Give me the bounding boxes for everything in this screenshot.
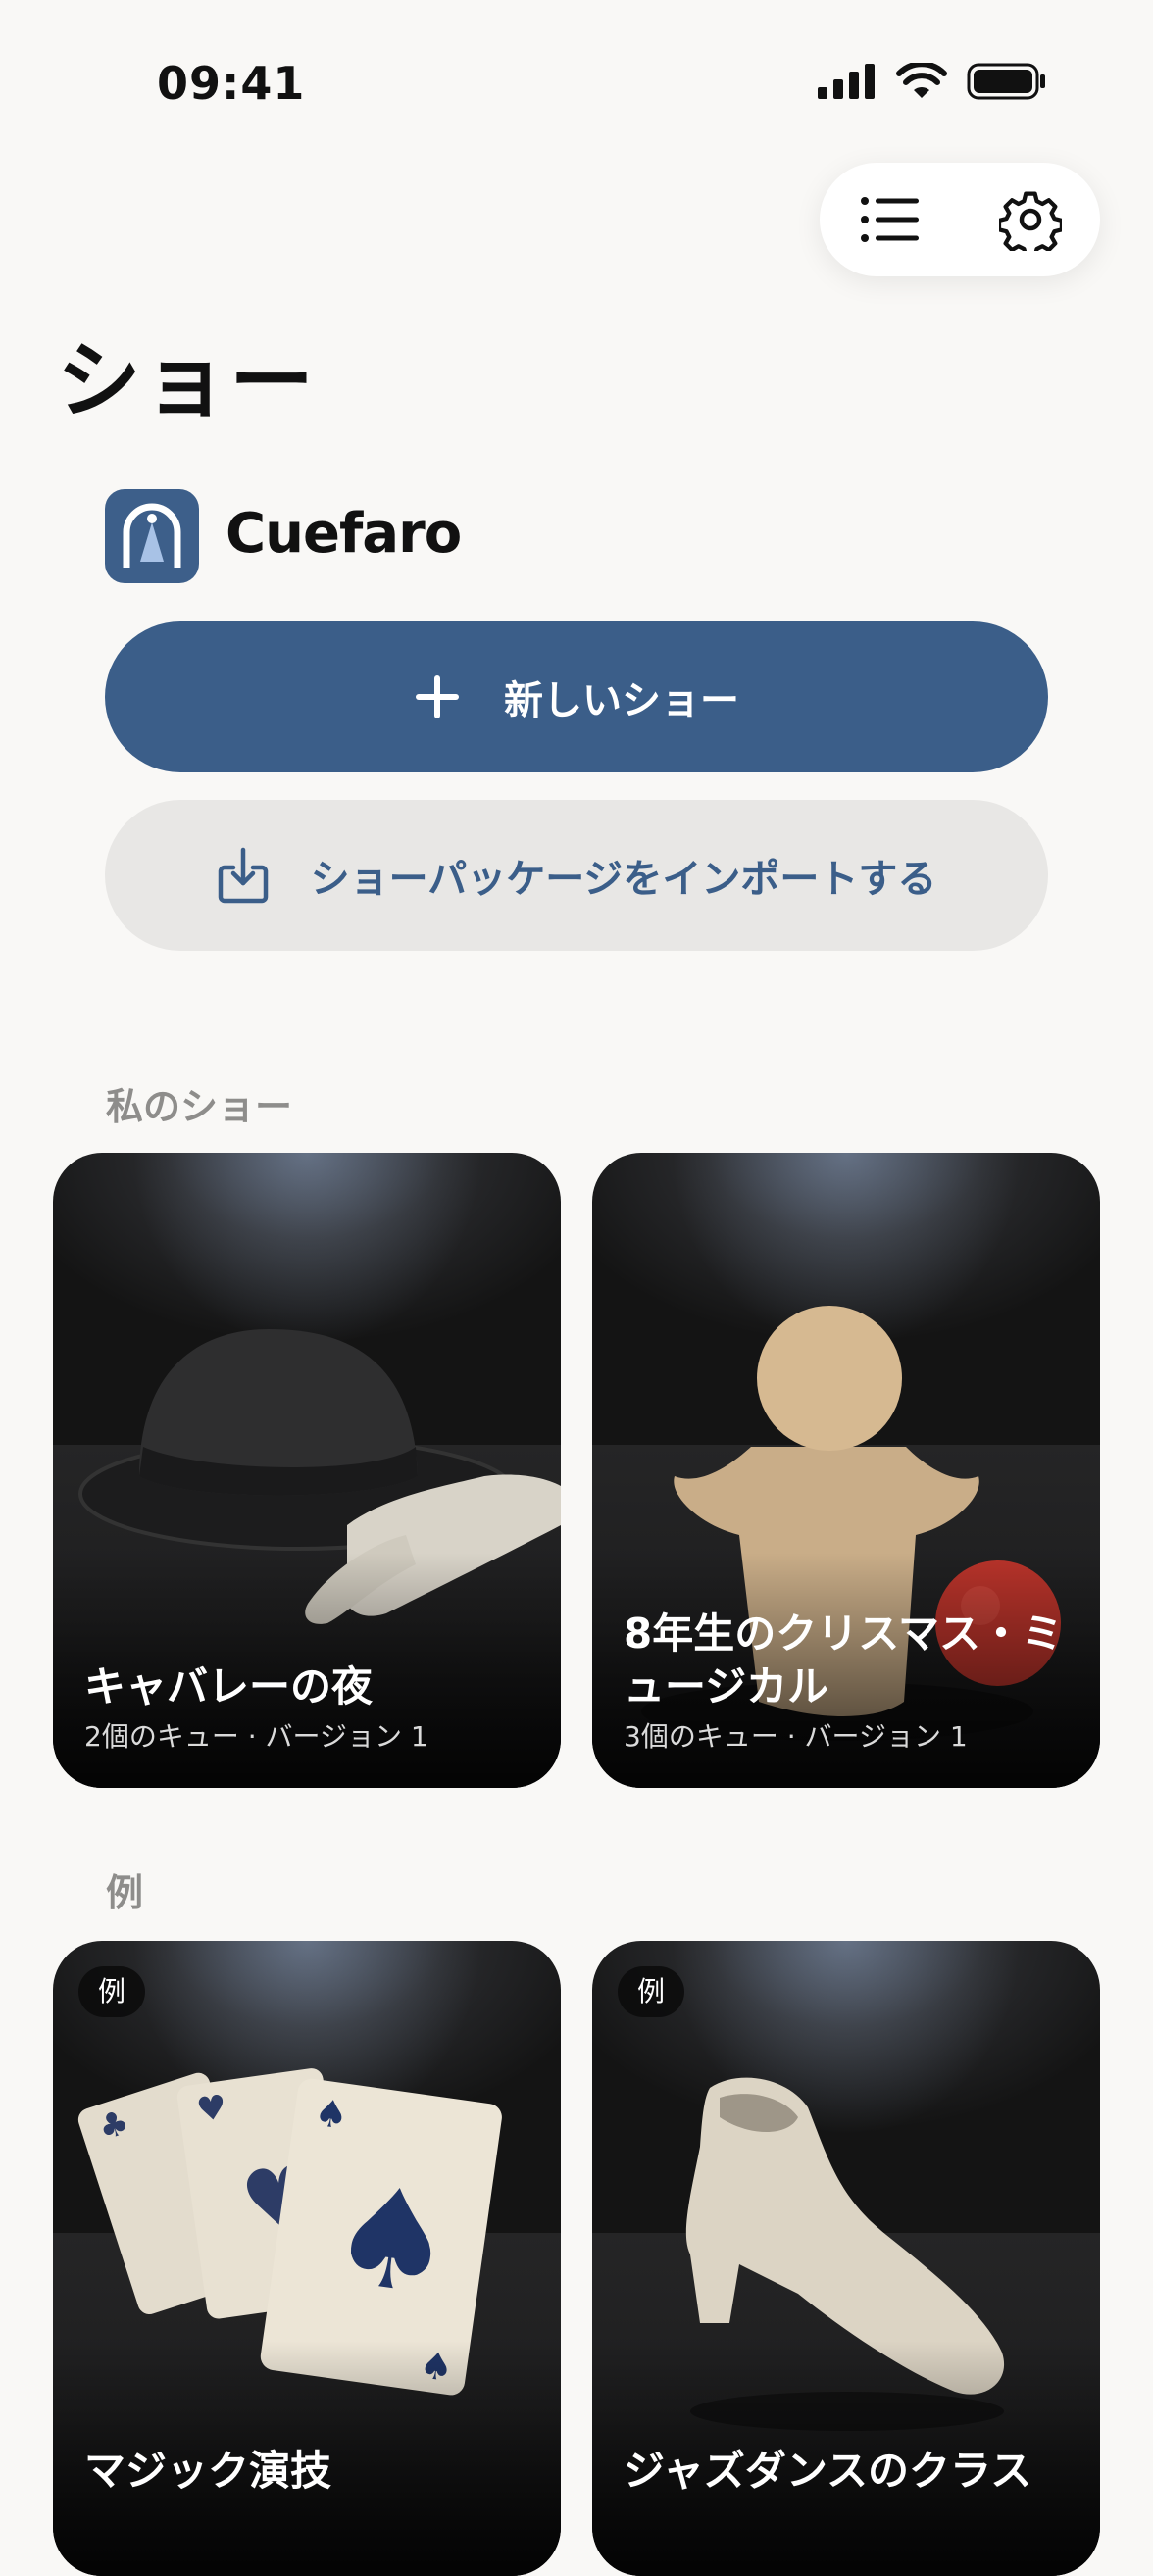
cellular-signal-icon — [818, 64, 875, 99]
settings-button[interactable] — [991, 180, 1070, 259]
svg-text:♠: ♠ — [312, 2091, 351, 2138]
new-show-button[interactable]: 新しいショー — [105, 621, 1048, 772]
status-icons — [818, 63, 1047, 100]
card-meta: 2個のキュー · バージョン 1 — [84, 1720, 428, 1753]
section-label-examples: 例 — [106, 1871, 144, 1914]
example-badge: 例 — [618, 1966, 685, 2017]
download-tray-icon — [218, 847, 268, 904]
section-label-my-shows: 私のショー — [106, 1085, 293, 1128]
brand-name: Cuefaro — [226, 502, 462, 566]
import-package-label: ショーパッケージをインポートする — [310, 857, 937, 902]
show-card-christmas-musical[interactable]: 8年生のクリスマス・ミュージカル 3個のキュー · バージョン 1 — [592, 1153, 1100, 1788]
plus-icon — [416, 675, 459, 718]
page-title: ショー — [57, 332, 316, 430]
svg-text:♥: ♥ — [194, 2088, 229, 2131]
card-title: ジャズダンスのクラス — [624, 2447, 1032, 2495]
card-title: 8年生のクリスマス・ミュージカル — [624, 1610, 1063, 1710]
app-logo — [105, 489, 199, 583]
battery-icon — [967, 63, 1045, 100]
new-show-label: 新しいショー — [504, 678, 739, 723]
import-package-button[interactable]: ショーパッケージをインポートする — [105, 800, 1048, 951]
status-time: 09:41 — [157, 57, 306, 110]
wifi-icon — [896, 63, 947, 98]
example-badge: 例 — [78, 1966, 146, 2017]
card-title: マジック演技 — [84, 2447, 332, 2495]
card-meta: 3個のキュー · バージョン 1 — [624, 1720, 968, 1753]
list-icon — [860, 197, 919, 242]
gear-icon — [998, 191, 1062, 251]
example-card-magic[interactable]: ♣ ♥ ♥ ♠ ♠ ♠ 例 マジック演技 — [53, 1941, 561, 2576]
list-view-button[interactable] — [851, 180, 929, 259]
example-card-jazz-dance[interactable]: 例 ジャズダンスのクラス — [592, 1941, 1100, 2576]
svg-text:♠: ♠ — [321, 2154, 465, 2329]
show-card-cabaret[interactable]: キャバレーの夜 2個のキュー · バージョン 1 — [53, 1153, 561, 1788]
spotlight-logo-icon — [123, 503, 181, 568]
card-title: キャバレーの夜 — [84, 1662, 374, 1710]
top-toolbar — [820, 163, 1100, 276]
